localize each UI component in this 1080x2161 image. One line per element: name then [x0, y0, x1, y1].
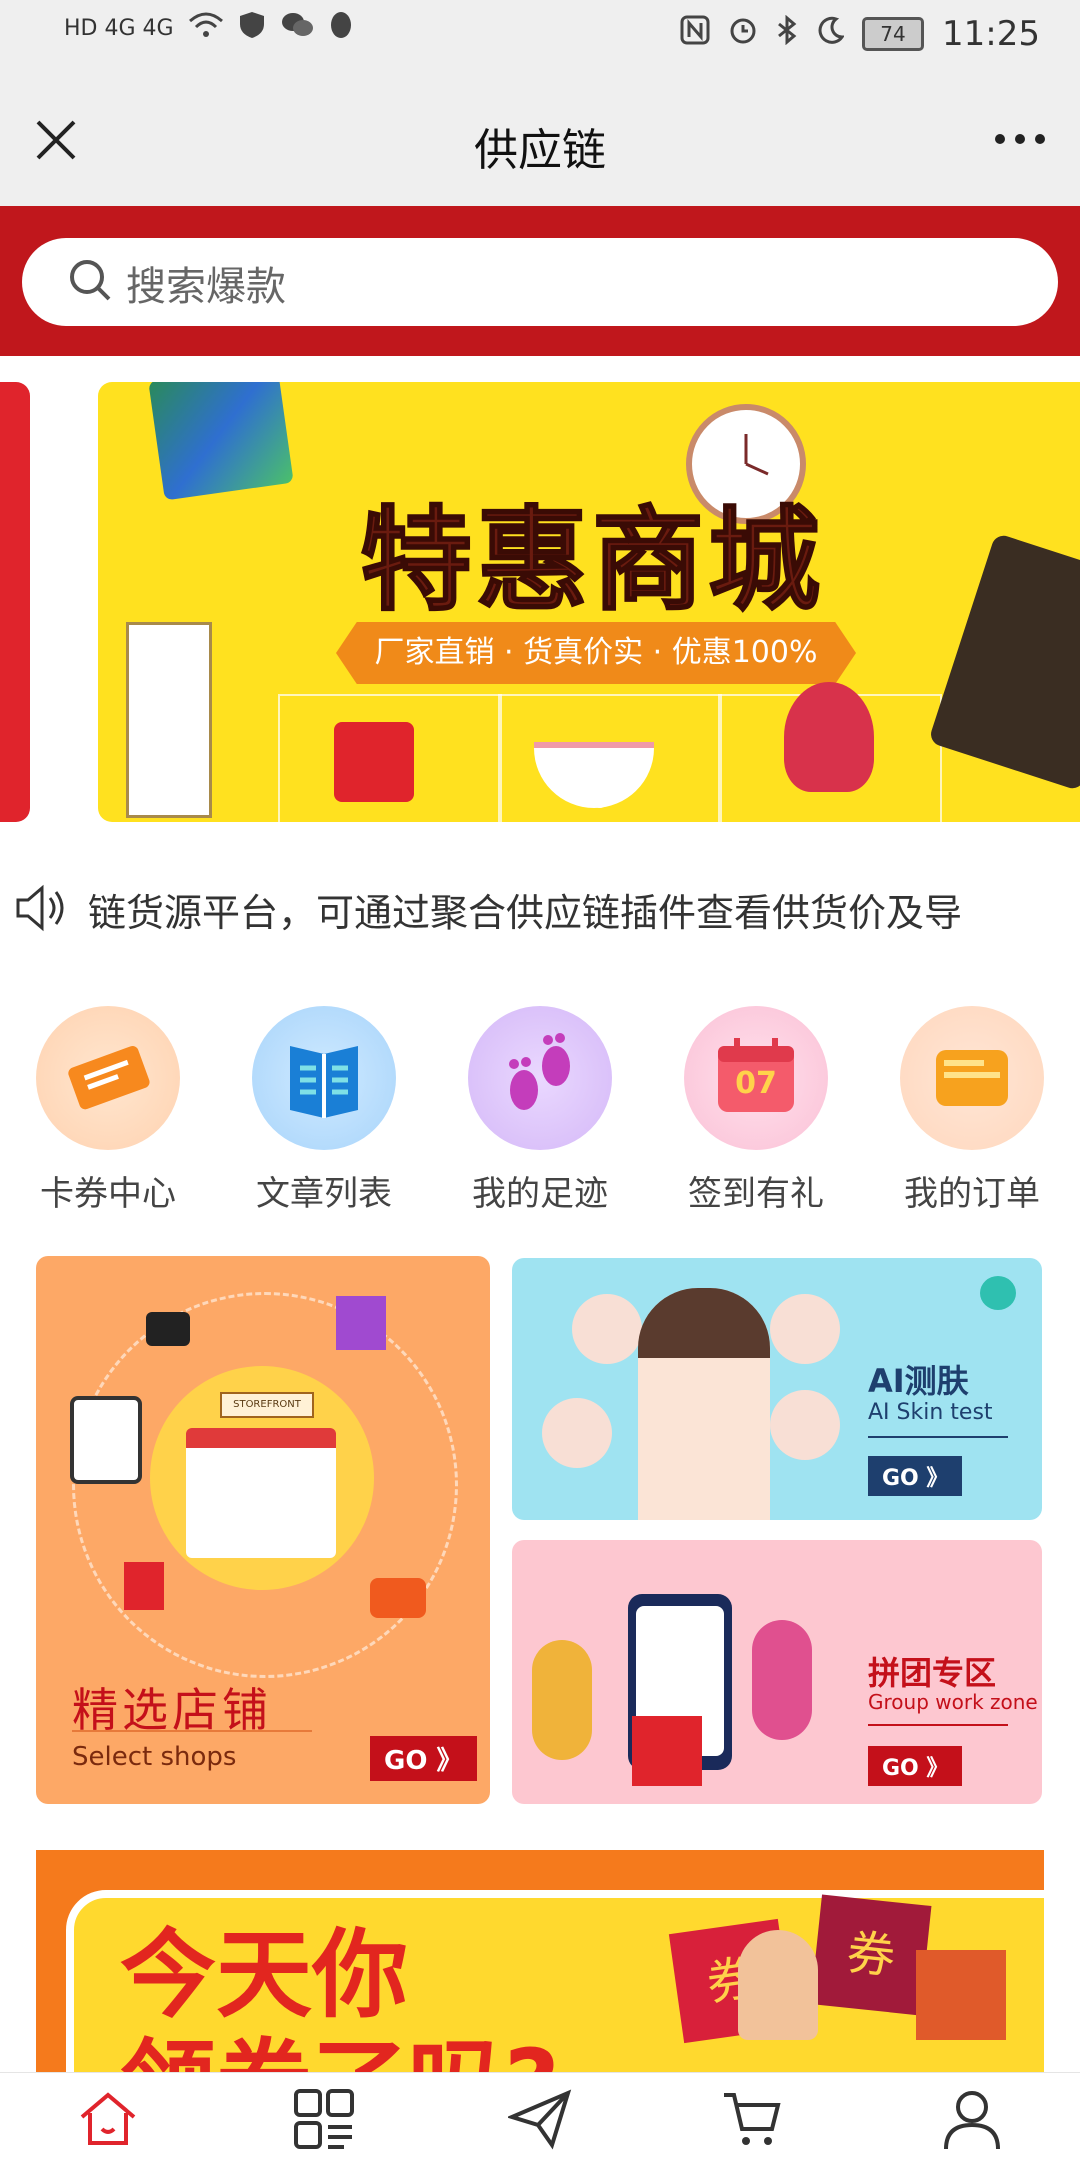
skin-sample-icon — [572, 1294, 642, 1364]
nose-sample-icon — [770, 1294, 840, 1364]
coupon-headline: 今天你 领券了吗? — [120, 1920, 560, 2072]
bluetooth-icon — [776, 14, 798, 54]
gift-box-icon — [916, 1950, 1006, 2040]
divider — [868, 1436, 1008, 1438]
clock-time: 11:25 — [942, 14, 1040, 54]
footprint-icon — [468, 1006, 612, 1150]
chat-icon — [280, 11, 314, 45]
category-icon[interactable] — [292, 2087, 356, 2151]
network-indicators: HD 4G 4G — [64, 15, 174, 41]
storefront-icon — [186, 1428, 336, 1558]
phone-icon — [70, 1396, 142, 1484]
shopping-bag-icon — [336, 1296, 386, 1350]
card-subtitle: Select shops — [72, 1742, 237, 1772]
group-zone-card[interactable]: 拼团专区 Group work zone GO 》 — [512, 1540, 1042, 1804]
battery-level: 74 — [862, 17, 925, 51]
gift-box-icon — [632, 1716, 702, 1786]
send-icon[interactable] — [506, 2087, 572, 2151]
go-button[interactable]: GO 》 — [370, 1736, 477, 1781]
go-button[interactable]: GO 》 — [868, 1456, 963, 1496]
quick-link-coupon-center[interactable]: 卡券中心 — [8, 1006, 208, 1215]
quick-link-footprints[interactable]: 我的足迹 — [440, 1006, 640, 1215]
calendar-day: 07 — [735, 1066, 777, 1101]
card-subtitle: Group work zone — [868, 1690, 1038, 1714]
promo-banner[interactable]: 特惠商城 厂家直销 · 货真价实 · 优惠100% — [0, 356, 1080, 840]
flowers-image — [784, 682, 874, 792]
store-sign: STOREFRONT — [220, 1392, 314, 1418]
announcement-text: 链货源平台，可通过聚合供应链插件查看供货价及导 — [88, 891, 963, 935]
user-icon[interactable] — [940, 2087, 1004, 2151]
eye-sample-icon — [542, 1398, 612, 1468]
camera-icon — [146, 1312, 190, 1346]
chat-bubble-icon — [980, 1276, 1016, 1310]
divider — [868, 1724, 1008, 1726]
card-title: 拼团专区 — [868, 1654, 997, 1692]
card-subtitle: AI Skin test — [868, 1400, 993, 1425]
divider — [72, 1730, 312, 1732]
banner-subtitle: 厂家直销 · 货真价实 · 优惠100% — [336, 622, 856, 684]
select-shops-card[interactable]: STOREFRONT 精选店铺 Select shops GO 》 — [36, 1256, 490, 1804]
home-icon[interactable] — [76, 2087, 140, 2151]
status-right: 74 11:25 — [680, 14, 1040, 54]
coupon-line-2: 领券了吗? — [120, 2030, 560, 2072]
card-title: AI测肤 — [868, 1362, 969, 1400]
banner-title: 特惠商城 — [359, 495, 824, 627]
moon-icon — [816, 14, 845, 54]
robot-toy-image — [334, 722, 414, 802]
quick-link-label: 我的足迹 — [472, 1174, 608, 1214]
calendar-icon: 07 — [684, 1006, 828, 1150]
quick-link-label: 文章列表 — [256, 1174, 392, 1214]
search-header: 搜索爆款 — [0, 206, 1080, 356]
previous-slide-peek — [0, 382, 30, 822]
quick-link-label: 签到有礼 — [688, 1174, 824, 1214]
quick-link-label: 我的订单 — [904, 1174, 1040, 1214]
status-bar: HD 4G 4G 74 11:25 — [0, 0, 1080, 76]
quick-link-label: 卡券中心 — [40, 1174, 176, 1214]
go-button[interactable]: GO 》 — [868, 1746, 963, 1786]
person-illustration — [532, 1640, 592, 1760]
red-bag-icon — [124, 1562, 164, 1610]
bottom-navigation — [0, 2072, 1080, 2161]
search-input[interactable]: 搜索爆款 — [22, 238, 1058, 326]
quick-link-orders[interactable]: 我的订单 — [872, 1006, 1072, 1215]
search-placeholder: 搜索爆款 — [126, 264, 286, 310]
status-left: HD 4G 4G — [64, 10, 354, 46]
quick-link-article-list[interactable]: 文章列表 — [224, 1006, 424, 1215]
alarm-icon — [728, 14, 758, 54]
briefcase-icon — [370, 1578, 426, 1618]
order-icon — [900, 1006, 1044, 1150]
title-bar: 供应链 — [0, 76, 1080, 206]
coupon-ticket: 券 — [810, 1894, 932, 2016]
book-icon — [252, 1006, 396, 1150]
person-illustration — [752, 1620, 812, 1740]
nfc-icon — [680, 14, 710, 54]
hair — [638, 1288, 770, 1358]
pillow-image — [148, 382, 294, 501]
character-illustration — [738, 1930, 818, 2040]
search-icon — [70, 260, 111, 301]
carousel-dot[interactable] — [592, 792, 608, 808]
page-title: 供应链 — [474, 125, 606, 176]
quick-link-checkin[interactable]: 07 签到有礼 — [656, 1006, 856, 1215]
coupon-line-1: 今天你 — [120, 1919, 408, 2031]
quick-links: 卡券中心 文章列表 我的足迹 07 签到有礼 我的订单 — [0, 1006, 1080, 1226]
speaker-icon — [14, 882, 74, 938]
cart-icon[interactable] — [720, 2087, 784, 2151]
shield-icon — [238, 10, 266, 46]
texture-sample-icon — [770, 1390, 840, 1460]
ticket-icon — [36, 1006, 180, 1150]
penguin-icon — [328, 10, 354, 46]
coupon-banner[interactable]: 今天你 领券了吗? 券 券 — [36, 1850, 1044, 2072]
tray-image — [927, 532, 1080, 792]
banner-slide[interactable]: 特惠商城 厂家直销 · 货真价实 · 优惠100% — [98, 382, 1080, 822]
wifi-icon — [188, 11, 224, 45]
painting-image — [126, 622, 212, 818]
ai-skin-test-card[interactable]: AI测肤 AI Skin test GO 》 — [512, 1258, 1042, 1520]
more-options-icon[interactable] — [990, 124, 1050, 154]
announcement-bar[interactable]: 链货源平台，可通过聚合供应链插件查看供货价及导 — [0, 862, 1080, 952]
